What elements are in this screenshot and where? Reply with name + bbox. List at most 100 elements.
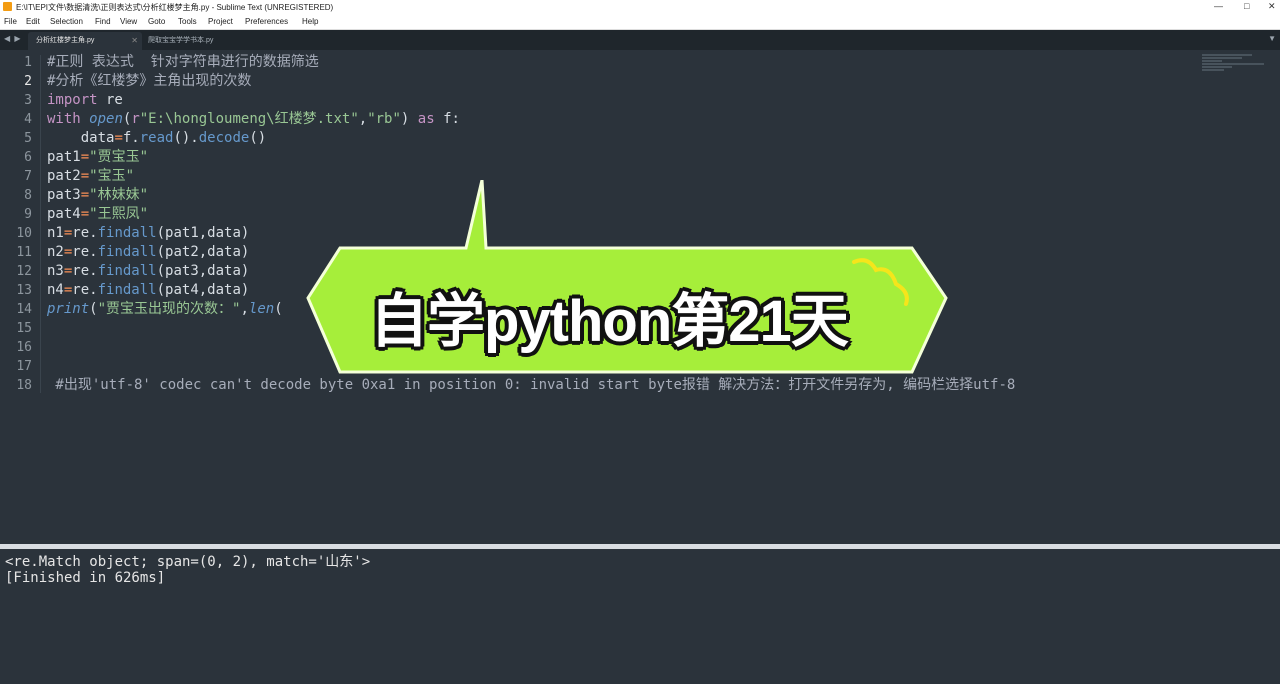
code-token: (): [249, 130, 267, 146]
menu-find[interactable]: Find: [95, 17, 111, 26]
code-token: "贾宝玉出现的次数：": [97, 301, 241, 317]
code-text: data=f.read().decode(): [47, 129, 266, 148]
line-number: 14: [16, 302, 32, 317]
code-text: pat4="王熙凤": [47, 205, 148, 224]
code-line[interactable]: 4 with open(r"E:\hongloumeng\红楼梦.txt","rb…: [0, 110, 1280, 129]
code-token: r: [131, 111, 140, 127]
code-token: =: [80, 206, 90, 222]
code-token: re.: [72, 282, 98, 298]
code-text: n4=re.findall(pat4,data): [47, 281, 249, 300]
code-line[interactable]: 2 #分析《红楼梦》主角出现的次数: [0, 72, 1280, 91]
line-number: 10: [16, 226, 32, 241]
code-text: print("贾宝玉出现的次数：",len(: [47, 300, 283, 319]
code-token: as: [417, 111, 435, 127]
overlay-title: 自学python第21天: [370, 289, 849, 354]
code-line[interactable]: 1 #正则 表达式 针对字符串进行的数据筛选: [0, 53, 1280, 72]
line-number: 1: [24, 55, 32, 70]
code-token: ().: [173, 130, 199, 146]
code-token: "E:\hongloumeng\红楼梦.txt": [139, 111, 359, 127]
menu-tools[interactable]: Tools: [178, 17, 197, 26]
code-token: "贾宝玉": [89, 149, 149, 165]
menu-project[interactable]: Project: [208, 17, 233, 26]
code-token: ,: [240, 301, 249, 317]
code-token: #正则 表达式 针对字符串进行的数据筛选: [47, 54, 319, 70]
menu-edit[interactable]: Edit: [26, 17, 40, 26]
code-text: #正则 表达式 针对字符串进行的数据筛选: [47, 53, 319, 72]
minimap[interactable]: [1202, 54, 1272, 76]
code-text: n3=re.findall(pat3,data): [47, 262, 249, 281]
menu-help[interactable]: Help: [302, 17, 318, 26]
code-token: n4: [47, 282, 64, 298]
code-token: (pat2,data): [156, 244, 250, 260]
code-token: =: [114, 130, 123, 146]
menu-view[interactable]: View: [120, 17, 137, 26]
code-token: print: [47, 301, 90, 317]
code-token: (pat3,data): [156, 263, 250, 279]
code-token: f:: [434, 111, 460, 127]
tab-label: 爬取宝宝学学书本.py: [148, 37, 214, 44]
menu-preferences[interactable]: Preferences: [245, 17, 288, 26]
code-text: import re: [47, 91, 123, 110]
menu-selection[interactable]: Selection: [50, 17, 83, 26]
code-token: open: [89, 111, 123, 127]
code-text: pat2="宝玉": [47, 167, 134, 186]
code-token: decode: [198, 130, 250, 146]
code-token: ,: [358, 111, 368, 127]
tab-nav-arrows[interactable]: ◀ ▶: [4, 34, 22, 43]
line-number: 5: [24, 131, 32, 146]
sublime-app-icon: [3, 2, 12, 11]
code-line[interactable]: 3 import re: [0, 91, 1280, 110]
code-token: import: [47, 92, 98, 108]
minimize-button[interactable]: —: [1214, 1, 1223, 11]
maximize-button[interactable]: □: [1244, 1, 1249, 11]
code-token: "rb": [367, 111, 401, 127]
code-line[interactable]: 6 pat1="贾宝玉": [0, 148, 1280, 167]
menu-file[interactable]: File: [4, 17, 17, 26]
code-token: pat3: [47, 187, 81, 203]
code-token: findall: [97, 263, 157, 279]
code-token: (: [274, 301, 283, 317]
tab-bar: ◀ ▶ 分析红楼梦主角.py ✕ 爬取宝宝学学书本.py ▼: [0, 30, 1280, 50]
code-token: (pat4,data): [156, 282, 250, 298]
code-token: =: [80, 168, 90, 184]
line-number: 2: [24, 74, 32, 89]
line-number: 17: [16, 359, 32, 374]
code-token: findall: [97, 244, 157, 260]
code-token: pat1: [47, 149, 81, 165]
tab-active-file[interactable]: 分析红楼梦主角.py ✕: [28, 32, 142, 50]
code-token: re: [97, 92, 123, 108]
output-line: [Finished in 626ms]: [5, 570, 166, 586]
line-number: 16: [16, 340, 32, 355]
code-text: with open(r"E:\hongloumeng\红楼梦.txt","rb"…: [47, 110, 460, 129]
code-token: #分析《红楼梦》主角出现的次数: [47, 73, 252, 89]
line-number: 9: [24, 207, 32, 222]
code-token: (: [89, 301, 98, 317]
close-icon[interactable]: ✕: [131, 32, 138, 50]
close-button[interactable]: ✕: [1268, 1, 1276, 12]
code-token: data: [47, 130, 115, 146]
code-token: n3: [47, 263, 64, 279]
line-number: 3: [24, 93, 32, 108]
line-number: 8: [24, 188, 32, 203]
code-token: len: [248, 301, 275, 317]
code-text: #分析《红楼梦》主角出现的次数: [47, 72, 251, 91]
tab-dropdown-icon[interactable]: ▼: [1268, 34, 1276, 43]
output-line: <re.Match object; span=(0, 2), match='山东…: [5, 554, 371, 570]
tab-second-file[interactable]: 爬取宝宝学学书本.py: [140, 32, 256, 50]
line-number: 12: [16, 264, 32, 279]
code-text: pat3="林妹妹": [47, 186, 148, 205]
tab-label: 分析红楼梦主角.py: [36, 37, 95, 44]
code-token: findall: [97, 282, 157, 298]
menu-goto[interactable]: Goto: [148, 17, 165, 26]
window-title: E:\IT\EPI文件\数据清洗\正则表达式\分析红楼梦主角.py - Subl…: [16, 3, 334, 12]
menu-bar: File Edit Selection Find View Goto Tools…: [0, 14, 1280, 30]
code-token: re.: [72, 225, 98, 241]
line-number: 18: [16, 378, 32, 393]
code-line[interactable]: 5 data=f.read().decode(): [0, 129, 1280, 148]
code-token: re.: [72, 263, 98, 279]
code-token: n2: [47, 244, 64, 260]
build-output-panel: <re.Match object; span=(0, 2), match='山东…: [0, 549, 1280, 684]
code-token: ): [400, 111, 418, 127]
code-text: n2=re.findall(pat2,data): [47, 243, 249, 262]
